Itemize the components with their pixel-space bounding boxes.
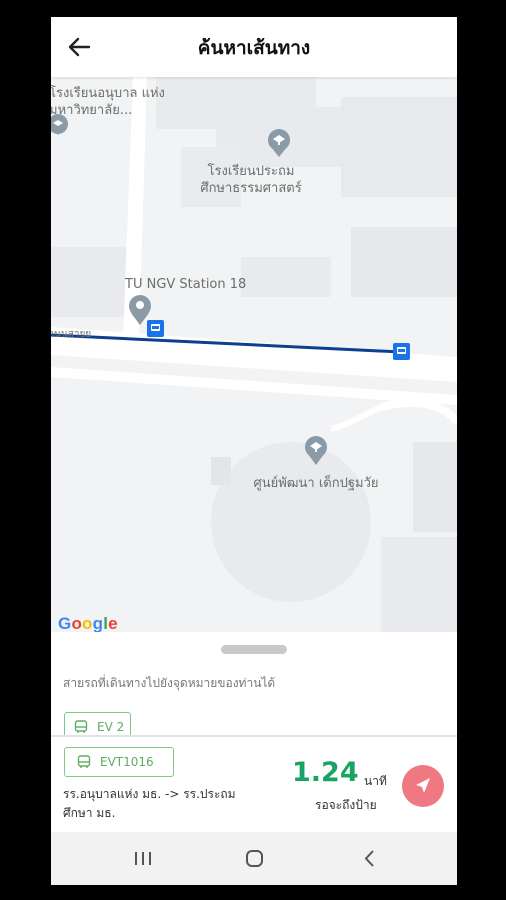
navigate-button[interactable] [402, 765, 444, 807]
eta-label: รอจะถึงป้าย [315, 798, 377, 812]
bus-stop-icon[interactable] [393, 343, 410, 360]
bus-stop-icon[interactable] [147, 320, 164, 337]
chevron-left-icon[interactable] [364, 850, 374, 867]
map-label-child-center: ศูนย์พัฒนา เด็กปฐมวัย [253, 476, 379, 491]
bus-icon [74, 720, 88, 733]
eta-value: 1.24 [292, 757, 359, 788]
bottom-sheet: สายรถที่เดินทางไปยังจุดหมายของท่านได้ EV… [51, 632, 457, 742]
bus-info-panel: EVT1016 รร.อนุบาลแห่ง มธ. -> รร.ประถม ศึ… [51, 737, 457, 832]
bus-chip[interactable]: EVT1016 [64, 747, 174, 777]
available-routes-label: สายรถที่เดินทางไปยังจุดหมายของท่านได้ [63, 676, 276, 690]
drag-handle[interactable] [221, 645, 287, 654]
page-title: ค้นหาเส้นทาง [197, 37, 311, 59]
bus-chip-label: EVT1016 [100, 755, 154, 769]
home-circle-icon[interactable] [246, 850, 263, 867]
system-navigation-bar [51, 832, 457, 885]
map-canvas [51, 77, 457, 632]
app-header: ค้นหาเส้นทาง [51, 17, 457, 77]
recents-icon[interactable] [135, 852, 151, 865]
map-label-kindergarten: โรงเรียนอนุบาล แห่งมหาวิทยาลัย... [51, 86, 165, 118]
map-label-station: TU NGV Station 18 [125, 277, 247, 292]
map-label-primary-school: โรงเรียนประถม ศึกษาธรรมศาสตร์ [200, 164, 302, 196]
bus-icon [77, 755, 91, 768]
map-label-road: ถนนสายย [51, 329, 92, 340]
google-logo: Google [58, 614, 118, 632]
route-description: รร.อนุบาลแห่ง มธ. -> รร.ประถม ศึกษา มธ. [63, 787, 236, 820]
route-chip-label: EV 2 [97, 720, 125, 734]
map-view[interactable]: โรงเรียนอนุบาล แห่งมหาวิทยาลัย... โรงเรี… [51, 77, 457, 632]
navigation-arrow-icon [416, 778, 430, 793]
eta-unit: นาที [364, 774, 387, 788]
phone-screen: ค้นหาเส้นทาง โรงเรียนอนุบาล แห่งมหาวิทยา… [51, 17, 457, 885]
